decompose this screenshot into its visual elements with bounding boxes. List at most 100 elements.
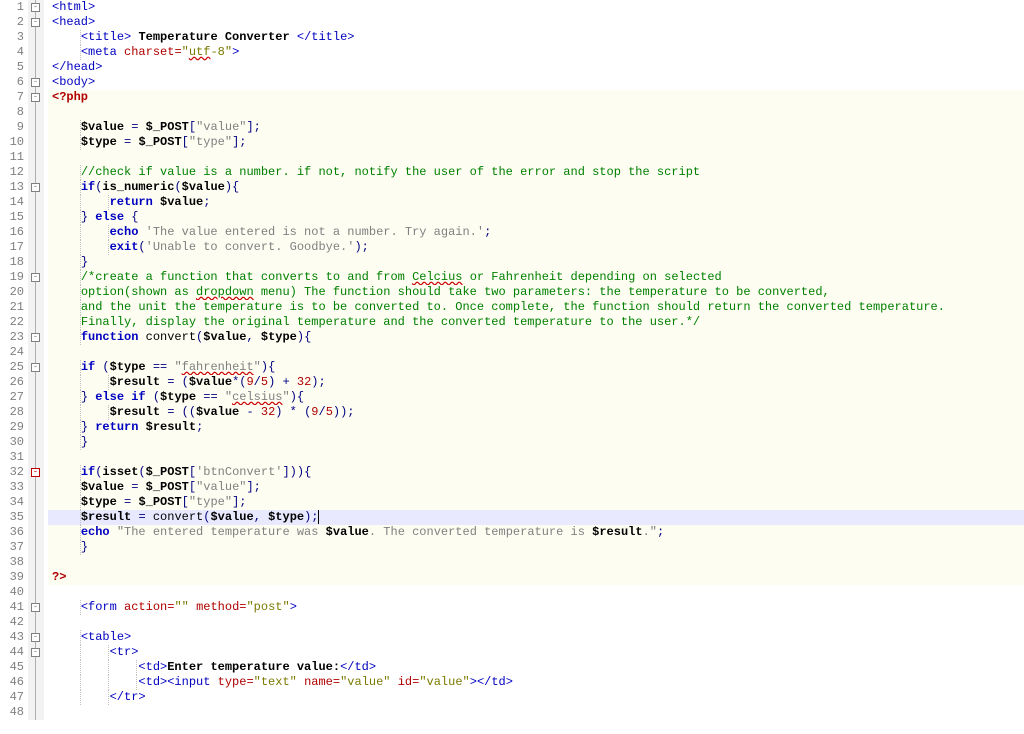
fold-cell	[28, 525, 44, 540]
fold-toggle-icon[interactable]: -	[31, 648, 40, 657]
code-line[interactable]: $result = ($value*(9/5) + 32);	[48, 375, 1024, 390]
fold-toggle-icon[interactable]: -	[31, 183, 40, 192]
line-number: 22	[0, 315, 24, 330]
code-line[interactable]: and the unit the temperature is to be co…	[48, 300, 1024, 315]
fold-toggle-icon[interactable]: -	[31, 18, 40, 27]
fold-cell	[28, 105, 44, 120]
code-line[interactable]: $value = $_POST["value"];	[48, 480, 1024, 495]
code-line[interactable]: return $value;	[48, 195, 1024, 210]
code-line[interactable]: if(isset($_POST['btnConvert'])){	[48, 465, 1024, 480]
code-line[interactable]: <td>Enter temperature value:</td>	[48, 660, 1024, 675]
code-line[interactable]	[48, 105, 1024, 120]
fold-toggle-icon[interactable]: -	[31, 78, 40, 87]
line-number: 2	[0, 15, 24, 30]
code-line[interactable]: <head>	[48, 15, 1024, 30]
code-line[interactable]	[48, 705, 1024, 720]
fold-cell	[28, 510, 44, 525]
code-line[interactable]: option(shown as dropdown menu) The funct…	[48, 285, 1024, 300]
line-number: 39	[0, 570, 24, 585]
code-line[interactable]: <meta charset="utf-8">	[48, 45, 1024, 60]
code-content: if(is_numeric($value){	[81, 180, 239, 194]
line-number: 24	[0, 345, 24, 360]
code-line[interactable]: echo "The entered temperature was $value…	[48, 525, 1024, 540]
code-area[interactable]: <html><head> <title> Temperature Convert…	[44, 0, 1024, 720]
code-line[interactable]: } else {	[48, 210, 1024, 225]
code-line[interactable]	[48, 615, 1024, 630]
code-line[interactable]: </tr>	[48, 690, 1024, 705]
fold-cell	[28, 435, 44, 450]
line-number: 10	[0, 135, 24, 150]
line-number: 43	[0, 630, 24, 645]
line-number: 12	[0, 165, 24, 180]
fold-toggle-icon[interactable]: -	[31, 363, 40, 372]
code-line[interactable]: ?>	[48, 570, 1024, 585]
code-line[interactable]	[48, 345, 1024, 360]
code-line[interactable]: Finally, display the original temperatur…	[48, 315, 1024, 330]
code-editor: 1234567891011121314151617181920212223242…	[0, 0, 1024, 720]
code-content: ?>	[52, 570, 66, 584]
line-number: 45	[0, 660, 24, 675]
code-line[interactable]: <?php	[48, 90, 1024, 105]
line-number: 35	[0, 510, 24, 525]
fold-cell: -	[28, 90, 44, 105]
fold-toggle-icon[interactable]: -	[31, 93, 40, 102]
code-line[interactable]: $result = convert($value, $type);	[48, 510, 1024, 525]
fold-cell	[28, 30, 44, 45]
code-line[interactable]: if(is_numeric($value){	[48, 180, 1024, 195]
code-line[interactable]: <title> Temperature Converter </title>	[48, 30, 1024, 45]
line-number: 42	[0, 615, 24, 630]
fold-cell	[28, 120, 44, 135]
fold-cell	[28, 225, 44, 240]
code-line[interactable]: <html>	[48, 0, 1024, 15]
fold-cell	[28, 585, 44, 600]
code-line[interactable]: $type = $_POST["type"];	[48, 495, 1024, 510]
code-line[interactable]	[48, 555, 1024, 570]
fold-cell	[28, 540, 44, 555]
line-number: 27	[0, 390, 24, 405]
code-line[interactable]	[48, 150, 1024, 165]
code-line[interactable]	[48, 450, 1024, 465]
fold-toggle-icon[interactable]: -	[31, 633, 40, 642]
code-content: <body>	[52, 75, 95, 89]
fold-cell	[28, 345, 44, 360]
code-line[interactable]: </head>	[48, 60, 1024, 75]
code-line[interactable]: $type = $_POST["type"];	[48, 135, 1024, 150]
code-line[interactable]: $result = (($value - 32) * (9/5));	[48, 405, 1024, 420]
code-content: $result = convert($value, $type);	[81, 510, 319, 524]
code-line[interactable]: } else if ($type == "celsius"){	[48, 390, 1024, 405]
fold-toggle-icon[interactable]: -	[31, 468, 40, 477]
code-content: option(shown as dropdown menu) The funct…	[81, 285, 830, 299]
code-line[interactable]: <tr>	[48, 645, 1024, 660]
code-line[interactable]: }	[48, 255, 1024, 270]
code-line[interactable]: function convert($value, $type){	[48, 330, 1024, 345]
code-line[interactable]: exit('Unable to convert. Goodbye.');	[48, 240, 1024, 255]
line-number: 13	[0, 180, 24, 195]
code-line[interactable]: }	[48, 435, 1024, 450]
code-content: $result = ($value*(9/5) + 32);	[110, 375, 326, 389]
code-line[interactable]	[48, 585, 1024, 600]
code-line[interactable]: } return $result;	[48, 420, 1024, 435]
fold-toggle-icon[interactable]: -	[31, 333, 40, 342]
code-line[interactable]: }	[48, 540, 1024, 555]
code-line[interactable]: <body>	[48, 75, 1024, 90]
line-number: 33	[0, 480, 24, 495]
code-content: //check if value is a number. if not, no…	[81, 165, 700, 179]
line-number: 28	[0, 405, 24, 420]
line-number: 16	[0, 225, 24, 240]
code-line[interactable]: $value = $_POST["value"];	[48, 120, 1024, 135]
code-line[interactable]: //check if value is a number. if not, no…	[48, 165, 1024, 180]
code-line[interactable]: if ($type == "fahrenheit"){	[48, 360, 1024, 375]
fold-cell	[28, 240, 44, 255]
fold-toggle-icon[interactable]: -	[31, 603, 40, 612]
code-line[interactable]: <form action="" method="post">	[48, 600, 1024, 615]
code-line[interactable]: echo 'The value entered is not a number.…	[48, 225, 1024, 240]
code-line[interactable]: <td><input type="text" name="value" id="…	[48, 675, 1024, 690]
fold-cell	[28, 555, 44, 570]
code-line[interactable]: /*create a function that converts to and…	[48, 270, 1024, 285]
line-number: 48	[0, 705, 24, 720]
code-line[interactable]: <table>	[48, 630, 1024, 645]
fold-toggle-icon[interactable]: -	[31, 273, 40, 282]
fold-cell	[28, 450, 44, 465]
line-number: 25	[0, 360, 24, 375]
fold-toggle-icon[interactable]: -	[31, 3, 40, 12]
